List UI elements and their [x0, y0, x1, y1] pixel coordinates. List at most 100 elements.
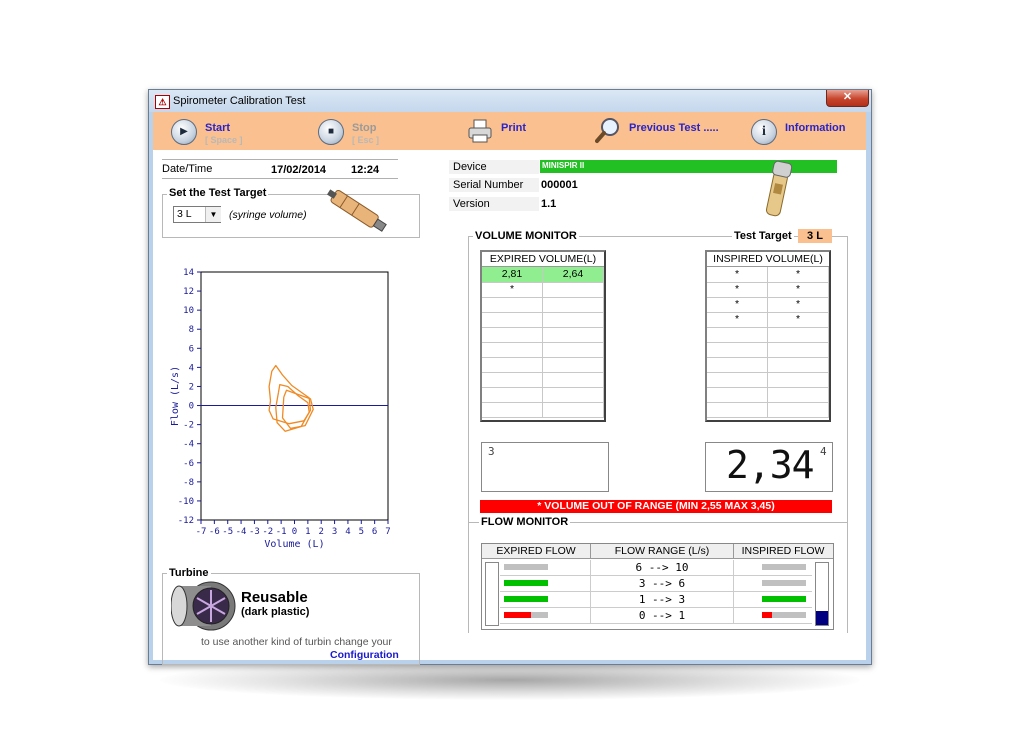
- volume-cell: *: [482, 282, 543, 298]
- start-shortcut: [ Space ]: [205, 135, 243, 145]
- device-value: MINISPIR II: [542, 161, 585, 170]
- left-volume-display: 3: [481, 442, 609, 492]
- test-target-value: 3 L: [798, 229, 832, 243]
- play-icon: ▶: [171, 119, 197, 145]
- volume-cell: [482, 297, 543, 313]
- inspired-flow-bar: [762, 596, 806, 602]
- volume-monitor-title: VOLUME MONITOR: [473, 230, 579, 242]
- expired-flow-header: EXPIRED FLOW: [496, 545, 576, 557]
- volume-cell: 2,64: [543, 267, 604, 283]
- volume-cell: [707, 372, 768, 388]
- inspired-volume-table: INSPIRED VOLUME(L) * * * * * * * *: [705, 250, 831, 422]
- plot-area: [200, 271, 389, 521]
- left-display-index: 3: [488, 445, 495, 458]
- inspired-flow-bar-fill: [762, 596, 806, 602]
- stop-button[interactable]: ■ Stop [ Esc ]: [318, 116, 418, 148]
- inspired-flow-bar: [762, 612, 806, 618]
- volume-cell: [482, 402, 543, 418]
- x-axis-label: Volume (L): [264, 539, 324, 550]
- right-volume-display: 2,34 4: [705, 442, 833, 492]
- expired-flow-bar: [504, 596, 548, 602]
- expired-flow-bar-fill: [504, 580, 548, 586]
- volume-cell: [543, 312, 604, 328]
- time-value: 12:24: [351, 164, 380, 176]
- y-tick-label: 0: [189, 402, 194, 412]
- flow-monitor-panel: EXPIRED FLOW FLOW RANGE (L/s) INSPIRED F…: [481, 543, 834, 630]
- turbine-icon: [171, 581, 236, 631]
- app-icon: ⚠: [155, 95, 170, 109]
- volume-cell: [543, 372, 604, 388]
- print-button[interactable]: Print: [467, 116, 557, 148]
- inspired-flow-bar: [762, 580, 806, 586]
- x-tick-label: 4: [345, 527, 350, 537]
- flow-range-label: 3 --> 6: [590, 576, 734, 591]
- target-note: (syringe volume): [229, 209, 307, 221]
- printer-icon: [468, 119, 492, 143]
- volume-cell: *: [768, 267, 829, 283]
- volume-cell: [482, 312, 543, 328]
- volume-cell: [482, 357, 543, 373]
- volume-cell: *: [707, 267, 768, 283]
- flow-row: 6 --> 10: [500, 560, 812, 576]
- serial-label: Serial Number: [453, 179, 524, 191]
- volume-warning-banner: * VOLUME OUT OF RANGE (MIN 2,55 MAX 3,45…: [480, 500, 832, 513]
- volume-cell: [543, 357, 604, 373]
- x-tick-label: -2: [262, 527, 273, 537]
- print-label: Print: [501, 122, 527, 134]
- stop-icon: ■: [318, 119, 344, 145]
- title-bar[interactable]: ⚠ Spirometer Calibration Test ✕: [149, 90, 871, 112]
- volume-cell: *: [707, 297, 768, 313]
- volume-cell: [768, 327, 829, 343]
- volume-cell: [482, 387, 543, 403]
- volume-cell: *: [768, 297, 829, 313]
- volume-cell: [707, 342, 768, 358]
- turbine-type: Reusable: [241, 589, 308, 606]
- datetime-bottom-line: [162, 178, 398, 179]
- x-tick-label: 5: [359, 527, 364, 537]
- y-tick-label: 8: [189, 325, 194, 335]
- volume-cell: *: [768, 282, 829, 298]
- x-tick-label: -5: [222, 527, 233, 537]
- inspired-flow-header: INSPIRED FLOW: [741, 545, 825, 557]
- volume-cell: [543, 297, 604, 313]
- y-tick-label: 6: [189, 344, 194, 354]
- start-label: Start: [205, 122, 231, 134]
- expired-flow-bar: [504, 564, 548, 570]
- x-tick-label: 0: [292, 527, 297, 537]
- volume-cell: [543, 342, 604, 358]
- stop-shortcut: [ Esc ]: [352, 135, 380, 145]
- volume-cell: [768, 342, 829, 358]
- version-value: 1.1: [541, 198, 557, 210]
- expired-flow-bar: [504, 612, 548, 618]
- previous-test-button[interactable]: Previous Test .....: [595, 116, 725, 148]
- app-window: ⚠ Spirometer Calibration Test ✕ ▶ Start …: [148, 89, 872, 665]
- x-tick-label: -3: [249, 527, 260, 537]
- y-tick-label: -4: [183, 440, 194, 450]
- volume-cell: *: [707, 282, 768, 298]
- turbine-material: (dark plastic): [241, 606, 310, 618]
- window-shadow: [160, 660, 860, 700]
- y-tick-label: 12: [183, 287, 194, 297]
- target-select[interactable]: 3 L ▼: [173, 206, 221, 223]
- flow-range-label: 6 --> 10: [590, 560, 734, 575]
- syringe-icon: [327, 189, 387, 232]
- volume-cell: [768, 372, 829, 388]
- inspired-flow-bar-fill: [762, 612, 772, 618]
- information-button[interactable]: i Information: [751, 116, 861, 148]
- version-label: Version: [453, 198, 490, 210]
- window-title: Spirometer Calibration Test: [173, 95, 306, 107]
- right-display-value: 2,34: [726, 443, 815, 487]
- chevron-down-icon[interactable]: ▼: [205, 207, 221, 222]
- configuration-link[interactable]: Configuration: [330, 649, 399, 661]
- date-value: 17/02/2014: [271, 164, 327, 176]
- close-button[interactable]: ✕: [826, 90, 869, 107]
- volume-cell: *: [707, 312, 768, 328]
- y-tick-label: -2: [183, 421, 194, 431]
- x-tick-label: -4: [236, 527, 247, 537]
- x-tick-label: -7: [196, 527, 207, 537]
- x-tick-label: -1: [276, 527, 287, 537]
- expired-level-meter: [485, 562, 499, 626]
- start-button[interactable]: ▶ Start [ Space ]: [171, 116, 271, 148]
- flow-row: 3 --> 6: [500, 576, 812, 592]
- datetime-label: Date/Time: [162, 163, 213, 175]
